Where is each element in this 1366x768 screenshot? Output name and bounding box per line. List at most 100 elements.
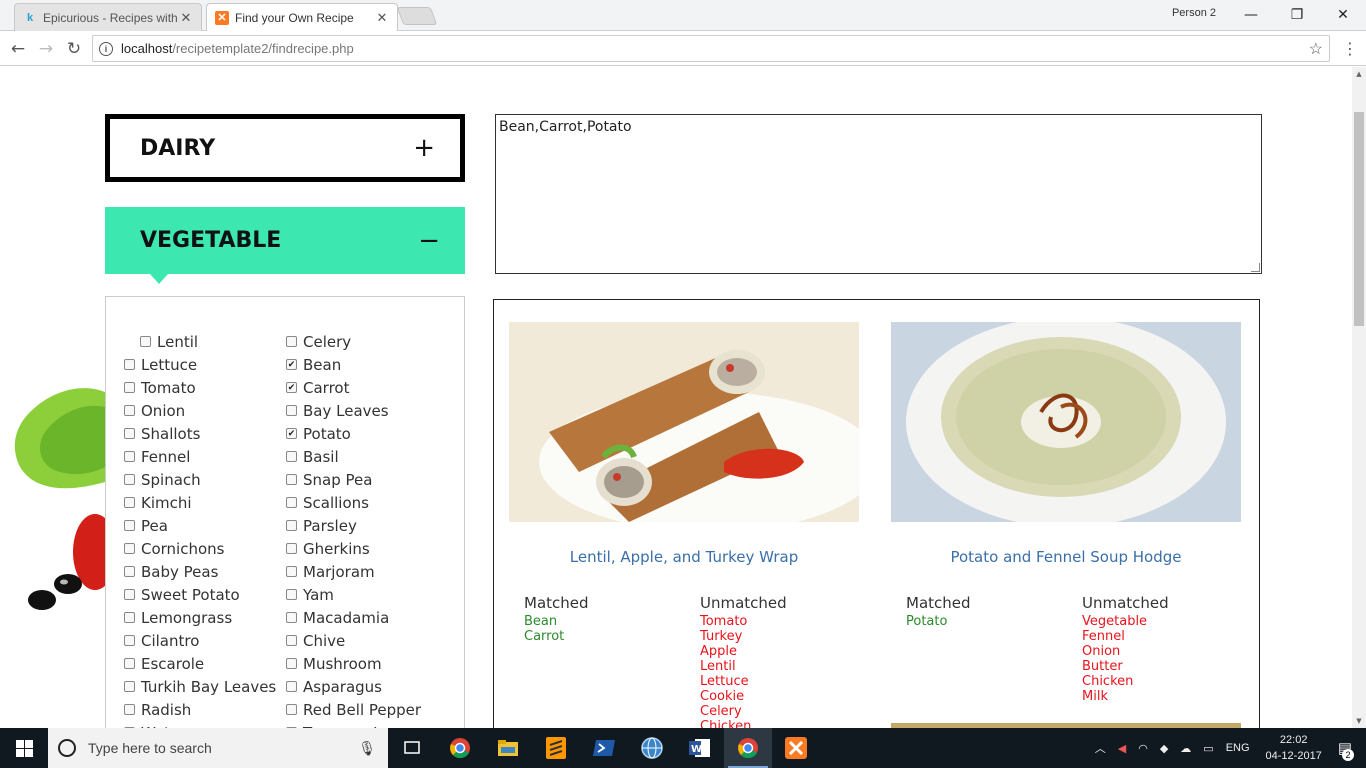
- vegetable-checkbox-item[interactable]: Bay Leaves: [286, 399, 426, 422]
- expand-plus-icon[interactable]: +: [413, 133, 435, 163]
- checkbox[interactable]: ✔: [286, 428, 297, 439]
- vegetable-checkbox-item[interactable]: Spinach: [124, 468, 276, 491]
- menu-dots-icon[interactable]: ⋮: [1342, 39, 1358, 58]
- vegetable-checkbox-item[interactable]: Baby Peas: [124, 560, 276, 583]
- checkbox[interactable]: [286, 635, 297, 646]
- battery-icon[interactable]: ▭: [1203, 742, 1213, 755]
- vegetable-checkbox-item[interactable]: Tomato: [124, 376, 276, 399]
- vegetable-checkbox-item[interactable]: Kimchi: [124, 491, 276, 514]
- vegetable-checkbox-item[interactable]: Mushroom: [286, 652, 426, 675]
- vegetable-checkbox-item[interactable]: Basil: [286, 445, 426, 468]
- vegetable-checkbox-item[interactable]: Lentil: [124, 330, 276, 353]
- resize-grip-icon[interactable]: [1251, 263, 1260, 272]
- vegetable-checkbox-item[interactable]: Snap Pea: [286, 468, 426, 491]
- vegetable-checkbox-item[interactable]: Scallions: [286, 491, 426, 514]
- checkbox[interactable]: [124, 474, 135, 485]
- checkbox[interactable]: [124, 520, 135, 531]
- forward-arrow-icon[interactable]: →: [34, 37, 58, 61]
- vegetable-checkbox-item[interactable]: Onion: [124, 399, 276, 422]
- close-window-icon[interactable]: ✕: [1320, 0, 1366, 30]
- volume-icon[interactable]: ◀: [1118, 742, 1126, 755]
- recipe-title-link[interactable]: Lentil, Apple, and Turkey Wrap: [509, 548, 859, 570]
- vegetable-checkbox-item[interactable]: Parsley: [286, 514, 426, 537]
- checkbox[interactable]: [124, 451, 135, 462]
- category-vegetable-header[interactable]: VEGETABLE −: [105, 207, 465, 284]
- checkbox[interactable]: [286, 474, 297, 485]
- microphone-icon[interactable]: 🎙: [358, 740, 376, 757]
- checkbox[interactable]: [124, 497, 135, 508]
- vegetable-checkbox-item[interactable]: Gherkins: [286, 537, 426, 560]
- recipe-card[interactable]: Lentil, Apple, and Turkey Wrap Matched B…: [509, 322, 879, 728]
- vegetable-checkbox-item[interactable]: Watercress: [124, 721, 276, 728]
- checkbox[interactable]: [286, 497, 297, 508]
- vegetable-checkbox-item[interactable]: Red Bell Pepper: [286, 698, 426, 721]
- vegetable-checkbox-item[interactable]: Turkih Bay Leaves: [124, 675, 276, 698]
- recipe-soup-image[interactable]: [891, 317, 1241, 527]
- checkbox[interactable]: [124, 428, 135, 439]
- taskbar-search-box[interactable]: Type here to search 🎙: [48, 728, 388, 768]
- wifi-icon[interactable]: ◠: [1138, 742, 1148, 755]
- checkbox[interactable]: [286, 520, 297, 531]
- checkbox[interactable]: [286, 681, 297, 692]
- checkbox[interactable]: [124, 359, 135, 370]
- chrome-icon[interactable]: [436, 728, 484, 768]
- recipe-wrap-image[interactable]: [509, 322, 879, 532]
- vegetable-checkbox-item[interactable]: Escarole: [124, 652, 276, 675]
- vegetable-checkbox-item[interactable]: Chive: [286, 629, 426, 652]
- scroll-down-icon[interactable]: ▼: [1352, 714, 1366, 728]
- checkbox[interactable]: [286, 566, 297, 577]
- checkbox[interactable]: [124, 566, 135, 577]
- checkbox[interactable]: [124, 543, 135, 554]
- category-dairy-header[interactable]: DAIRY +: [105, 114, 465, 182]
- checkbox[interactable]: ✔: [286, 359, 297, 370]
- vegetable-checkbox-item[interactable]: Lemongrass: [124, 606, 276, 629]
- checkbox[interactable]: [124, 405, 135, 416]
- vegetable-checkbox-item[interactable]: ✔ Carrot: [286, 376, 426, 399]
- checkbox[interactable]: [286, 612, 297, 623]
- info-icon[interactable]: i: [99, 41, 113, 56]
- checkbox[interactable]: [286, 589, 297, 600]
- vegetable-checkbox-item[interactable]: Asparagus: [286, 675, 426, 698]
- bookmark-star-icon[interactable]: ☆: [1309, 39, 1323, 59]
- language-indicator[interactable]: ENG: [1226, 742, 1250, 754]
- checkbox[interactable]: [286, 451, 297, 462]
- windows-start-icon[interactable]: [0, 728, 48, 768]
- checkbox[interactable]: [124, 658, 135, 669]
- vegetable-checkbox-item[interactable]: Macadamia: [286, 606, 426, 629]
- tab-epicurious[interactable]: k Epicurious - Recipes with ✕: [14, 3, 202, 31]
- vegetable-checkbox-item[interactable]: Sweet Potato: [124, 583, 276, 606]
- checkbox[interactable]: [124, 681, 135, 692]
- page-scrollbar[interactable]: ▲ ▼: [1352, 67, 1366, 728]
- close-icon[interactable]: ✕: [179, 10, 193, 26]
- checkbox[interactable]: [286, 704, 297, 715]
- vegetable-checkbox-item[interactable]: Yam: [286, 583, 426, 606]
- new-tab-button[interactable]: [396, 7, 438, 25]
- chevron-up-icon[interactable]: ︿: [1095, 740, 1106, 756]
- vegetable-checkbox-item[interactable]: Radish: [124, 698, 276, 721]
- checkbox[interactable]: [124, 382, 135, 393]
- word-icon[interactable]: W: [676, 728, 724, 768]
- xampp-icon[interactable]: [772, 728, 820, 768]
- powershell-icon[interactable]: [580, 728, 628, 768]
- vegetable-checkbox-item[interactable]: Fennel: [124, 445, 276, 468]
- tab-find-recipe[interactable]: ✕ Find your Own Recipe ✕: [206, 3, 398, 31]
- checkbox[interactable]: [140, 336, 151, 347]
- checkbox[interactable]: [286, 336, 297, 347]
- checkbox[interactable]: [124, 612, 135, 623]
- checkbox[interactable]: [286, 543, 297, 554]
- vegetable-checkbox-item[interactable]: Tarragon Leaves: [286, 721, 426, 728]
- vegetable-checkbox-item[interactable]: Celery: [286, 330, 426, 353]
- reload-icon[interactable]: ↻: [62, 37, 86, 61]
- checkbox[interactable]: [124, 635, 135, 646]
- vegetable-checkbox-item[interactable]: Cilantro: [124, 629, 276, 652]
- close-icon[interactable]: ✕: [375, 10, 389, 26]
- clock[interactable]: 22:02 04-12-2017: [1266, 732, 1322, 764]
- dropbox-icon[interactable]: ◆: [1160, 742, 1168, 755]
- restore-icon[interactable]: ❐: [1274, 0, 1320, 30]
- vegetable-checkbox-item[interactable]: Cornichons: [124, 537, 276, 560]
- vegetable-checkbox-item[interactable]: ✔ Bean: [286, 353, 426, 376]
- chrome-active-icon[interactable]: [724, 728, 772, 768]
- selected-ingredients-textarea[interactable]: Bean,Carrot,Potato: [495, 114, 1262, 274]
- scrollbar-thumb[interactable]: [1354, 112, 1364, 326]
- vegetable-checkbox-item[interactable]: Pea: [124, 514, 276, 537]
